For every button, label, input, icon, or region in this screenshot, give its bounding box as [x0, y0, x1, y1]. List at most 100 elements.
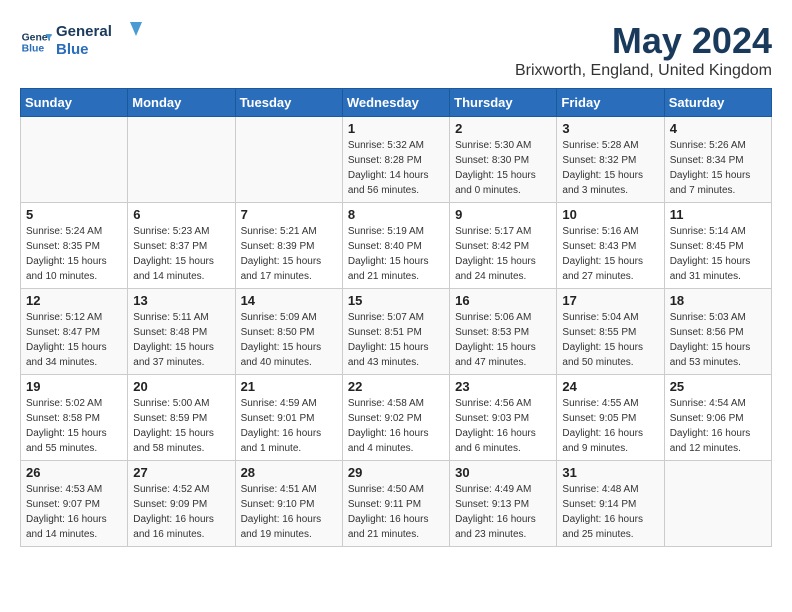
- day-number: 20: [133, 379, 229, 394]
- page-header: General Blue General Blue May 2024 Brixw…: [20, 20, 772, 80]
- day-number: 21: [241, 379, 337, 394]
- day-info: Sunrise: 5:14 AMSunset: 8:45 PMDaylight:…: [670, 224, 766, 284]
- day-number: 28: [241, 465, 337, 480]
- day-number: 18: [670, 293, 766, 308]
- day-info: Sunrise: 5:26 AMSunset: 8:34 PMDaylight:…: [670, 138, 766, 198]
- day-info: Sunrise: 4:54 AMSunset: 9:06 PMDaylight:…: [670, 396, 766, 456]
- day-number: 22: [348, 379, 444, 394]
- cell-week1-day1: [128, 117, 235, 203]
- day-number: 29: [348, 465, 444, 480]
- calendar-header-row: Sunday Monday Tuesday Wednesday Thursday…: [21, 89, 772, 117]
- cell-week4-day5: 24 Sunrise: 4:55 AMSunset: 9:05 PMDayligh…: [557, 375, 664, 461]
- cell-week3-day6: 18Sunrise: 5:03 AMSunset: 8:56 PMDayligh…: [664, 289, 771, 375]
- day-number: 7: [241, 207, 337, 222]
- cell-week1-day5: 3Sunrise: 5:28 AMSunset: 8:32 PMDaylight…: [557, 117, 664, 203]
- day-info: Sunrise: 5:11 AMSunset: 8:48 PMDaylight:…: [133, 310, 229, 370]
- day-info: Sunrise: 4:53 AMSunset: 9:07 PMDaylight:…: [26, 482, 122, 542]
- col-friday: Friday: [557, 89, 664, 117]
- title-block: May 2024 Brixworth, England, United King…: [515, 20, 772, 80]
- day-info: Sunrise: 5:24 AMSunset: 8:35 PMDaylight:…: [26, 224, 122, 284]
- day-number: 11: [670, 207, 766, 222]
- day-info: Sunrise: 5:30 AMSunset: 8:30 PMDaylight:…: [455, 138, 551, 198]
- day-number: 19: [26, 379, 122, 394]
- day-info: Sunrise: 4:52 AMSunset: 9:09 PMDaylight:…: [133, 482, 229, 542]
- week-row-4: 19Sunrise: 5:02 AMSunset: 8:58 PMDayligh…: [21, 375, 772, 461]
- cell-week2-day0: 5 Sunrise: 5:24 AMSunset: 8:35 PMDaylight…: [21, 203, 128, 289]
- day-number: 26: [26, 465, 122, 480]
- col-sunday: Sunday: [21, 89, 128, 117]
- cell-week1-day4: 2Sunrise: 5:30 AMSunset: 8:30 PMDaylight…: [450, 117, 557, 203]
- day-info: Sunrise: 5:04 AMSunset: 8:55 PMDaylight:…: [562, 310, 658, 370]
- day-info: Sunrise: 4:50 AMSunset: 9:11 PMDaylight:…: [348, 482, 444, 542]
- col-wednesday: Wednesday: [342, 89, 449, 117]
- day-number: 12: [26, 293, 122, 308]
- cell-week2-day6: 11 Sunrise: 5:14 AMSunset: 8:45 PMDayligh…: [664, 203, 771, 289]
- cell-week5-day3: 29 Sunrise: 4:50 AMSunset: 9:11 PMDayligh…: [342, 461, 449, 547]
- day-number: 6: [133, 207, 229, 222]
- cell-week3-day3: 15Sunrise: 5:07 AMSunset: 8:51 PMDayligh…: [342, 289, 449, 375]
- day-number: 14: [241, 293, 337, 308]
- svg-text:General: General: [56, 23, 112, 40]
- cell-week5-day1: 27Sunrise: 4:52 AMSunset: 9:09 PMDayligh…: [128, 461, 235, 547]
- day-info: Sunrise: 4:48 AMSunset: 9:14 PMDaylight:…: [562, 482, 658, 542]
- day-number: 1: [348, 121, 444, 136]
- cell-week4-day4: 23 Sunrise: 4:56 AMSunset: 9:03 PMDayligh…: [450, 375, 557, 461]
- cell-week5-day6: [664, 461, 771, 547]
- logo-text: General Blue: [56, 20, 146, 63]
- cell-week4-day3: 22 Sunrise: 4:58 AMSunset: 9:02 PMDayligh…: [342, 375, 449, 461]
- cell-week3-day0: 12 Sunrise: 5:12 AMSunset: 8:47 PMDayligh…: [21, 289, 128, 375]
- day-number: 25: [670, 379, 766, 394]
- day-number: 4: [670, 121, 766, 136]
- cell-week5-day2: 28 Sunrise: 4:51 AMSunset: 9:10 PMDayligh…: [235, 461, 342, 547]
- calendar-table: Sunday Monday Tuesday Wednesday Thursday…: [20, 88, 772, 547]
- cell-week4-day0: 19Sunrise: 5:02 AMSunset: 8:58 PMDayligh…: [21, 375, 128, 461]
- cell-week5-day0: 26 Sunrise: 4:53 AMSunset: 9:07 PMDayligh…: [21, 461, 128, 547]
- week-row-3: 12 Sunrise: 5:12 AMSunset: 8:47 PMDayligh…: [21, 289, 772, 375]
- day-number: 13: [133, 293, 229, 308]
- day-number: 8: [348, 207, 444, 222]
- cell-week2-day1: 6Sunrise: 5:23 AMSunset: 8:37 PMDaylight…: [128, 203, 235, 289]
- day-number: 30: [455, 465, 551, 480]
- day-number: 24: [562, 379, 658, 394]
- day-number: 31: [562, 465, 658, 480]
- logo: General Blue General Blue: [20, 20, 146, 63]
- day-info: Sunrise: 5:16 AMSunset: 8:43 PMDaylight:…: [562, 224, 658, 284]
- day-info: Sunrise: 5:12 AMSunset: 8:47 PMDaylight:…: [26, 310, 122, 370]
- svg-text:Blue: Blue: [56, 41, 89, 58]
- day-number: 10: [562, 207, 658, 222]
- day-info: Sunrise: 4:58 AMSunset: 9:02 PMDaylight:…: [348, 396, 444, 456]
- logo-icon: General Blue: [20, 26, 52, 58]
- cell-week3-day4: 16 Sunrise: 5:06 AMSunset: 8:53 PMDayligh…: [450, 289, 557, 375]
- cell-week1-day3: 1Sunrise: 5:32 AMSunset: 8:28 PMDaylight…: [342, 117, 449, 203]
- cell-week4-day2: 21Sunrise: 4:59 AMSunset: 9:01 PMDayligh…: [235, 375, 342, 461]
- day-info: Sunrise: 5:06 AMSunset: 8:53 PMDaylight:…: [455, 310, 551, 370]
- day-number: 5: [26, 207, 122, 222]
- col-saturday: Saturday: [664, 89, 771, 117]
- cell-week3-day1: 13 Sunrise: 5:11 AMSunset: 8:48 PMDayligh…: [128, 289, 235, 375]
- day-number: 23: [455, 379, 551, 394]
- cell-week2-day5: 10 Sunrise: 5:16 AMSunset: 8:43 PMDayligh…: [557, 203, 664, 289]
- cell-week1-day0: [21, 117, 128, 203]
- cell-week4-day6: 25 Sunrise: 4:54 AMSunset: 9:06 PMDayligh…: [664, 375, 771, 461]
- day-info: Sunrise: 5:00 AMSunset: 8:59 PMDaylight:…: [133, 396, 229, 456]
- cell-week1-day6: 4 Sunrise: 5:26 AMSunset: 8:34 PMDaylight…: [664, 117, 771, 203]
- day-info: Sunrise: 4:55 AMSunset: 9:05 PMDaylight:…: [562, 396, 658, 456]
- col-monday: Monday: [128, 89, 235, 117]
- cell-week2-day2: 7Sunrise: 5:21 AMSunset: 8:39 PMDaylight…: [235, 203, 342, 289]
- day-number: 9: [455, 207, 551, 222]
- cell-week4-day1: 20 Sunrise: 5:00 AMSunset: 8:59 PMDayligh…: [128, 375, 235, 461]
- day-info: Sunrise: 5:17 AMSunset: 8:42 PMDaylight:…: [455, 224, 551, 284]
- day-info: Sunrise: 4:51 AMSunset: 9:10 PMDaylight:…: [241, 482, 337, 542]
- cell-week3-day5: 17 Sunrise: 5:04 AMSunset: 8:55 PMDayligh…: [557, 289, 664, 375]
- day-info: Sunrise: 5:28 AMSunset: 8:32 PMDaylight:…: [562, 138, 658, 198]
- week-row-5: 26 Sunrise: 4:53 AMSunset: 9:07 PMDayligh…: [21, 461, 772, 547]
- day-info: Sunrise: 5:19 AMSunset: 8:40 PMDaylight:…: [348, 224, 444, 284]
- day-info: Sunrise: 4:49 AMSunset: 9:13 PMDaylight:…: [455, 482, 551, 542]
- day-info: Sunrise: 4:56 AMSunset: 9:03 PMDaylight:…: [455, 396, 551, 456]
- cell-week3-day2: 14Sunrise: 5:09 AMSunset: 8:50 PMDayligh…: [235, 289, 342, 375]
- location: Brixworth, England, United Kingdom: [515, 62, 772, 80]
- week-row-2: 5 Sunrise: 5:24 AMSunset: 8:35 PMDaylight…: [21, 203, 772, 289]
- day-number: 17: [562, 293, 658, 308]
- day-number: 16: [455, 293, 551, 308]
- week-row-1: 1Sunrise: 5:32 AMSunset: 8:28 PMDaylight…: [21, 117, 772, 203]
